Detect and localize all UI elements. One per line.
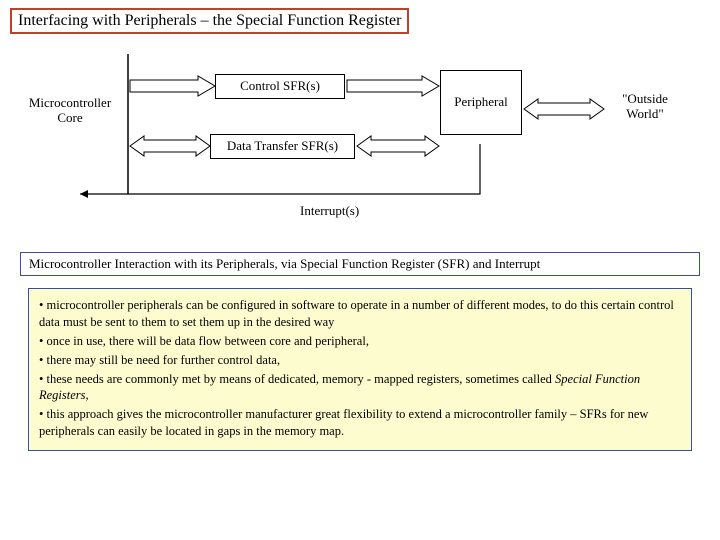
arrow-control-to-periph [347,76,439,96]
core-line2: Core [20,111,120,126]
notes-box: • microcontroller peripherals can be con… [28,288,692,451]
bullet-3: • there may still be need for further co… [39,352,681,369]
interrupt-line [70,144,490,204]
caption-text: Microcontroller Interaction with its Per… [29,256,540,271]
peripheral-box: Peripheral [440,70,522,135]
arrow-core-to-control [130,76,215,96]
sfr-diagram: Microcontroller Core Control SFR(s) Data… [20,44,700,244]
bullet-2-text: once in use, there will be data flow bet… [47,334,369,348]
core-line1: Microcontroller [20,96,120,111]
interrupts-label: Interrupt(s) [300,204,359,219]
outside-world-label: "Outside World" [610,92,680,122]
core-label: Microcontroller Core [20,96,120,126]
control-sfr-box: Control SFR(s) [215,74,345,99]
bullet-5: • this approach gives the microcontrolle… [39,406,681,440]
bullet-3-text: there may still be need for further cont… [47,353,281,367]
bullet-2: • once in use, there will be data flow b… [39,333,681,350]
title-text: Interfacing with Peripherals – the Speci… [18,12,401,29]
interrupts-text: Interrupt(s) [300,203,359,218]
outside-line1: "Outside [610,92,680,107]
control-sfr-label: Control SFR(s) [240,78,320,93]
bullet-1-text: microcontroller peripherals can be confi… [39,298,674,329]
bullet-4-text: these needs are commonly met by means of… [47,372,556,386]
bullet-1: • microcontroller peripherals can be con… [39,297,681,331]
arrow-periph-outside-bi [524,99,604,119]
page-title: Interfacing with Peripherals – the Speci… [10,8,409,34]
outside-line2: World" [610,107,680,122]
bullet-5-text: this approach gives the microcontroller … [39,407,648,438]
bullet-4: • these needs are commonly met by means … [39,371,681,405]
peripheral-label: Peripheral [454,94,507,109]
diagram-caption: Microcontroller Interaction with its Per… [20,252,700,276]
